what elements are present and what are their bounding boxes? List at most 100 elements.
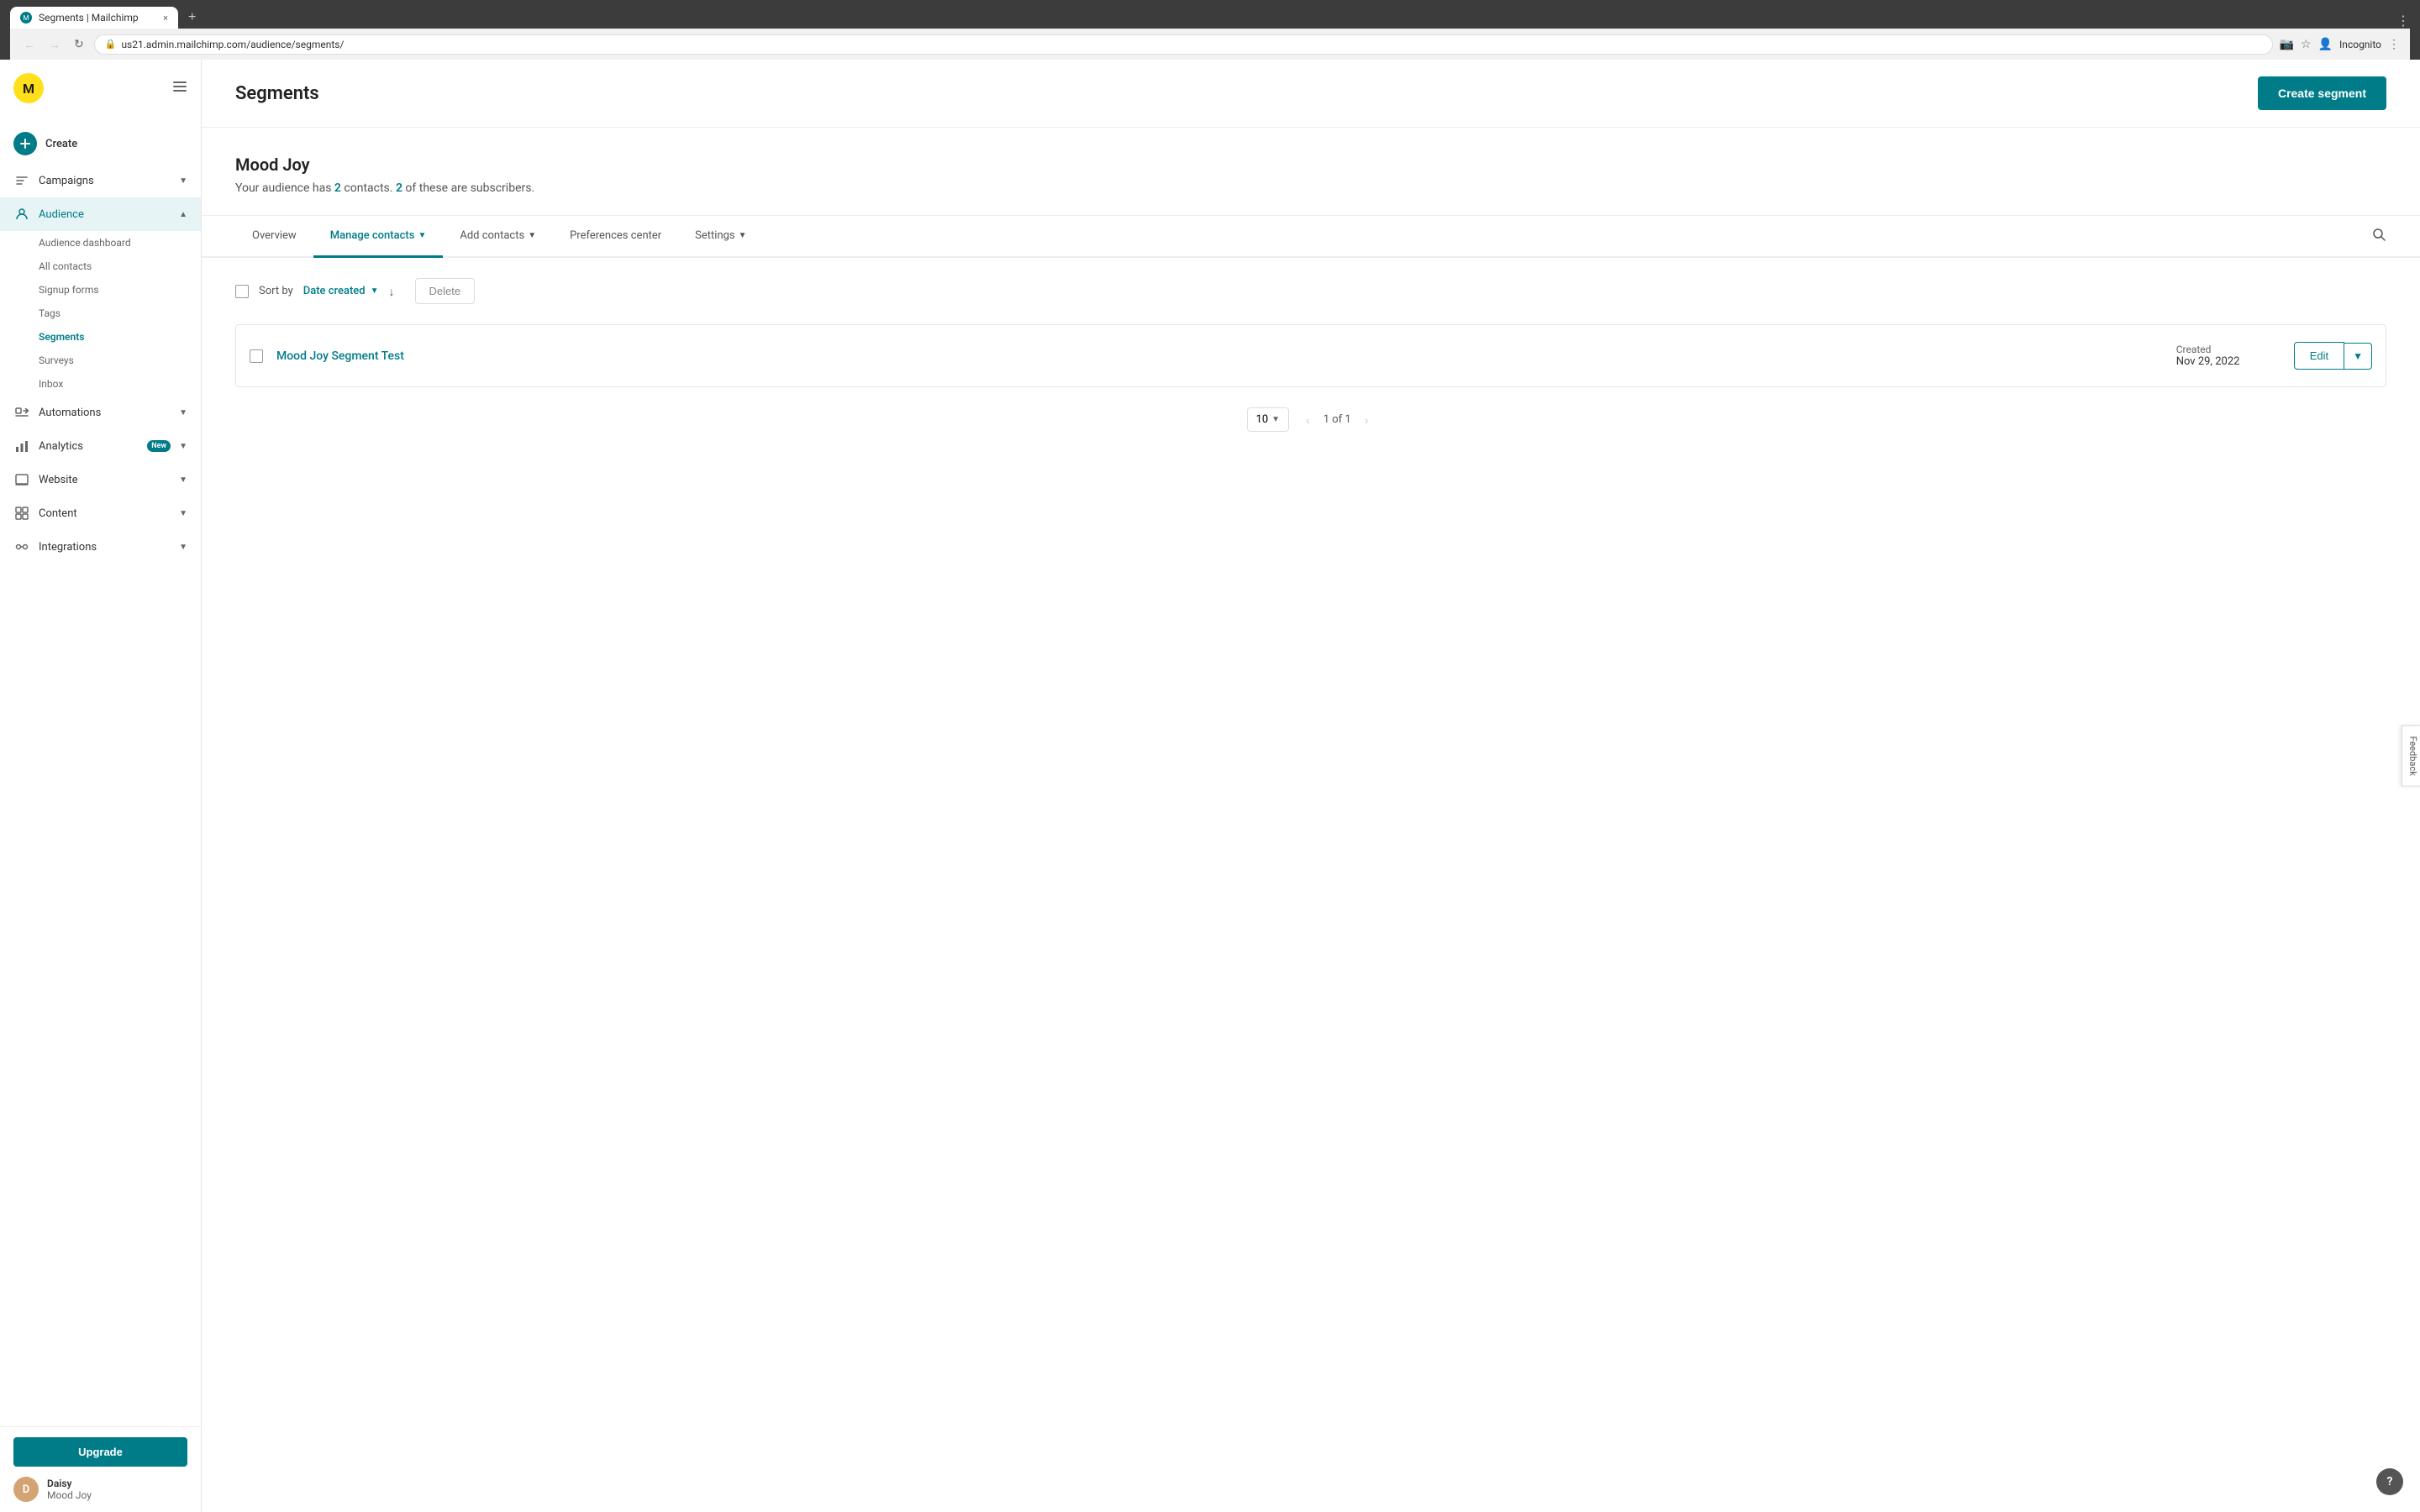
user-name: Daisy bbox=[47, 1478, 92, 1489]
bookmark-icon[interactable]: ☆ bbox=[2301, 38, 2312, 51]
sort-field-label: Date created bbox=[303, 285, 366, 297]
pagination-prev-button[interactable]: ‹ bbox=[1299, 410, 1317, 430]
toolbar-icons: 📷 ☆ 👤 Incognito ⋮ bbox=[2280, 38, 2400, 51]
edit-dropdown-button[interactable]: ▼ bbox=[2344, 343, 2372, 370]
pagination-next-button[interactable]: › bbox=[1358, 410, 1376, 430]
sidebar: M Create Campaigns ▼ bbox=[0, 60, 202, 1512]
pagination: 10 ▼ ‹ 1 of 1 › bbox=[235, 407, 2386, 432]
create-icon bbox=[13, 132, 37, 155]
browser-toolbar: ← → ↻ 🔒 us21.admin.mailchimp.com/audienc… bbox=[10, 29, 2410, 60]
back-button[interactable]: ← bbox=[20, 34, 39, 55]
segment-created-label: Created bbox=[2176, 344, 2294, 355]
sidebar-sub-item-segments[interactable]: Segments bbox=[0, 325, 201, 349]
camera-off-icon: 📷 bbox=[2280, 38, 2294, 51]
search-icon[interactable] bbox=[2371, 227, 2386, 245]
refresh-button[interactable]: ↻ bbox=[71, 34, 87, 55]
sort-chevron-icon: ▼ bbox=[371, 286, 379, 296]
sidebar-item-create[interactable]: Create bbox=[0, 123, 201, 164]
browser-tab[interactable]: M Segments | Mailchimp × bbox=[10, 7, 178, 29]
pagination-info: 1 of 1 bbox=[1323, 413, 1351, 426]
upgrade-button[interactable]: Upgrade bbox=[13, 1437, 187, 1467]
audience-chevron-icon: ▲ bbox=[179, 210, 187, 219]
segment-actions: Edit ▼ bbox=[2294, 342, 2372, 370]
user-org: Mood Joy bbox=[47, 1489, 92, 1501]
svg-text:M: M bbox=[23, 81, 34, 97]
segment-created-date: Nov 29, 2022 bbox=[2176, 355, 2294, 368]
sidebar-item-content[interactable]: Content ▼ bbox=[0, 496, 201, 530]
sidebar-sub-item-all-contacts[interactable]: All contacts bbox=[0, 255, 201, 278]
segment-row: Mood Joy Segment Test Created Nov 29, 20… bbox=[235, 324, 2386, 387]
incognito-label: Incognito bbox=[2339, 39, 2381, 50]
tab-overview[interactable]: Overview bbox=[235, 216, 313, 258]
tab-add-contacts[interactable]: Add contacts ▼ bbox=[443, 216, 553, 258]
tab-settings[interactable]: Settings ▼ bbox=[678, 216, 763, 258]
browser-chrome: M Segments | Mailchimp × + ⋮ ← → ↻ 🔒 us2… bbox=[0, 0, 2420, 60]
feedback-tab[interactable]: Feedback bbox=[2402, 725, 2420, 786]
sidebar-item-campaigns[interactable]: Campaigns ▼ bbox=[0, 164, 201, 197]
analytics-icon bbox=[13, 438, 30, 454]
sidebar-sub-item-inbox[interactable]: Inbox bbox=[0, 372, 201, 396]
audience-info: Mood Joy Your audience has 2 contacts. 2… bbox=[202, 128, 2420, 216]
sidebar-sub-item-tags[interactable]: Tags bbox=[0, 302, 201, 325]
help-button[interactable]: ? bbox=[2376, 1468, 2403, 1495]
per-page-chevron-icon: ▼ bbox=[1271, 415, 1280, 424]
sidebar-item-analytics[interactable]: Analytics New ▼ bbox=[0, 429, 201, 463]
manage-contacts-chevron-icon: ▼ bbox=[418, 231, 426, 240]
mailchimp-logo[interactable]: M bbox=[13, 73, 44, 103]
analytics-chevron-icon: ▼ bbox=[179, 442, 187, 451]
tab-close-icon[interactable]: × bbox=[163, 13, 168, 24]
edit-button[interactable]: Edit bbox=[2294, 342, 2344, 370]
website-label: Website bbox=[39, 474, 171, 486]
address-bar[interactable]: 🔒 us21.admin.mailchimp.com/audience/segm… bbox=[94, 34, 2273, 55]
analytics-badge: New bbox=[147, 440, 171, 452]
automations-chevron-icon: ▼ bbox=[179, 408, 187, 417]
per-page-select[interactable]: 10 ▼ bbox=[1247, 407, 1290, 432]
campaigns-icon bbox=[13, 172, 30, 189]
sidebar-item-label: Campaigns bbox=[39, 175, 171, 187]
automations-icon bbox=[13, 404, 30, 421]
sidebar-item-website[interactable]: Website ▼ bbox=[0, 463, 201, 496]
tab-preferences-center[interactable]: Preferences center bbox=[553, 216, 678, 258]
select-all-checkbox[interactable] bbox=[235, 285, 249, 298]
integrations-chevron-icon: ▼ bbox=[179, 543, 187, 552]
audience-icon bbox=[13, 206, 30, 223]
content-label: Content bbox=[39, 507, 171, 520]
sidebar-sub-item-audience-dashboard[interactable]: Audience dashboard bbox=[0, 231, 201, 255]
analytics-label: Analytics bbox=[39, 440, 139, 453]
forward-button[interactable]: → bbox=[45, 34, 64, 55]
audience-name: Mood Joy bbox=[235, 155, 2386, 175]
row-checkbox[interactable] bbox=[250, 349, 263, 363]
main-content: Segments Create segment Mood Joy Your au… bbox=[202, 60, 2420, 1512]
integrations-label: Integrations bbox=[39, 541, 171, 554]
segment-meta: Created Nov 29, 2022 bbox=[2176, 344, 2294, 368]
url-text: us21.admin.mailchimp.com/audience/segmen… bbox=[121, 39, 344, 50]
per-page-value: 10 bbox=[1256, 413, 1269, 426]
user-avatar: D bbox=[13, 1477, 39, 1502]
create-segment-button[interactable]: Create segment bbox=[2258, 76, 2386, 110]
sidebar-item-audience[interactable]: Audience ▲ bbox=[0, 197, 201, 231]
segment-name[interactable]: Mood Joy Segment Test bbox=[276, 349, 2176, 363]
tab-list-icon[interactable]: ⋮ bbox=[2396, 13, 2410, 29]
lock-icon: 🔒 bbox=[105, 39, 117, 50]
sidebar-create-label: Create bbox=[45, 138, 77, 150]
sidebar-item-integrations[interactable]: Integrations ▼ bbox=[0, 530, 201, 564]
sort-direction-button[interactable]: ↓ bbox=[389, 285, 395, 298]
delete-button[interactable]: Delete bbox=[415, 278, 476, 304]
tab-favicon: M bbox=[20, 12, 32, 24]
sort-by-label: Sort by bbox=[259, 285, 293, 297]
sidebar-sub-item-surveys[interactable]: Surveys bbox=[0, 349, 201, 372]
menu-icon[interactable]: ⋮ bbox=[2388, 38, 2400, 51]
page-title: Segments bbox=[235, 83, 319, 104]
automations-label: Automations bbox=[39, 407, 171, 419]
nav-tabs: Overview Manage contacts ▼ Add contacts … bbox=[202, 216, 2420, 258]
sort-control[interactable]: Sort by Date created ▼ bbox=[259, 285, 379, 297]
tab-manage-contacts[interactable]: Manage contacts ▼ bbox=[313, 216, 444, 258]
new-tab-button[interactable]: + bbox=[182, 7, 203, 29]
audience-description: Your audience has 2 contacts. 2 of these… bbox=[235, 181, 2386, 195]
sidebar-item-automations[interactable]: Automations ▼ bbox=[0, 396, 201, 429]
add-contacts-chevron-icon: ▼ bbox=[528, 231, 536, 240]
sidebar-sub-item-signup-forms[interactable]: Signup forms bbox=[0, 278, 201, 302]
sidebar-toggle-icon[interactable] bbox=[172, 79, 187, 97]
tab-title: Segments | Mailchimp bbox=[39, 12, 156, 24]
profile-icon[interactable]: 👤 bbox=[2318, 38, 2333, 51]
